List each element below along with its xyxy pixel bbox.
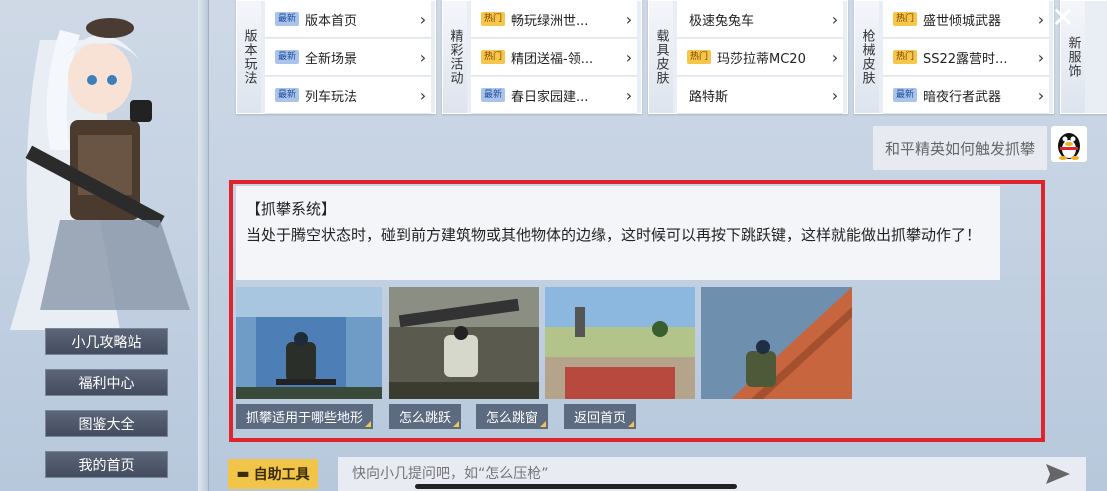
answer-body: 当处于腾空状态时，碰到前方建筑物或其他物体的边缘，这时候可以再按下跳跃键，这样就… [246, 226, 982, 244]
quick-reply-label: 抓攀适用于哪些地形 [246, 411, 364, 426]
new-badge: 最新 [481, 88, 506, 102]
menu-item-train-mode[interactable]: 最新 列车玩法 › [265, 77, 431, 114]
menu-item-maserati[interactable]: 热门 玛莎拉蒂MC20 › [677, 39, 843, 76]
hot-badge: 热门 [893, 50, 918, 64]
quick-reply-label: 怎么跳跃 [399, 411, 452, 426]
chevron-right-icon: › [1037, 85, 1045, 105]
menu-item-label: SS22露营时... [923, 51, 1008, 67]
menu-item-label: 全新场景 [305, 51, 358, 67]
new-badge: 最新 [275, 12, 300, 26]
quick-reply-home[interactable]: 返回首页 [564, 404, 637, 429]
answer-title: 【抓攀系统】 [246, 200, 337, 218]
new-badge: 最新 [275, 88, 300, 102]
category-version: 版本玩法 最新 版本首页 › 最新 全新场景 › 最新 列车玩法 › [236, 0, 436, 114]
new-badge: 最新 [893, 88, 918, 102]
category-events: 精彩活动 热门 畅玩绿洲世... › 热门 精团送福-领... › 最新 春日家园建...… [442, 0, 642, 114]
frame-divider [198, 0, 209, 491]
chevron-right-icon: › [419, 85, 427, 105]
hot-badge: 热门 [893, 12, 918, 26]
menu-item-lotus[interactable]: 路特斯 › [677, 77, 843, 114]
hot-badge: 热门 [481, 12, 506, 26]
send-icon[interactable] [1044, 462, 1072, 486]
chevron-right-icon: › [419, 47, 427, 67]
menu-item-new-scene[interactable]: 最新 全新场景 › [265, 39, 431, 76]
menu-item-version-home[interactable]: 最新 版本首页 › [265, 1, 431, 38]
chevron-right-icon: › [831, 47, 839, 67]
character-illustration [0, 0, 215, 330]
chevron-right-icon: › [625, 85, 633, 105]
sidebar-item-my-home[interactable]: 我的首页 [45, 451, 168, 478]
menu-item-label: 畅玩绿洲世... [511, 13, 589, 29]
quick-reply-terrain[interactable]: 抓攀适用于哪些地形 [236, 404, 374, 429]
sidebar-item-label: 福利中心 [78, 375, 135, 392]
menu-item-label: 暗夜行者武器 [923, 89, 1002, 105]
chevron-right-icon: › [625, 9, 633, 29]
category-title: 枪械皮肤 [855, 1, 879, 113]
menu-item-label: 极速兔兔车 [689, 13, 755, 29]
menu-item-team-gift[interactable]: 热门 精团送福-领... › [471, 39, 637, 76]
menu-item-label: 春日家园建... [511, 89, 589, 105]
sidebar-item-label: 小几攻略站 [71, 334, 142, 351]
menu-item-label: 版本首页 [305, 13, 358, 29]
menu-item-spring-home[interactable]: 最新 春日家园建... › [471, 77, 637, 114]
chevron-right-icon: › [1037, 9, 1045, 29]
close-icon[interactable]: ✕ [1049, 4, 1077, 32]
quick-reply-label: 怎么跳窗 [486, 411, 539, 426]
hot-badge: 热门 [687, 50, 712, 64]
chevron-right-icon: › [831, 85, 839, 105]
toolbox-icon: ▬ [236, 466, 250, 482]
category-title: 精彩活动 [443, 1, 467, 113]
chevron-right-icon: › [419, 9, 427, 29]
menu-item-night-walker[interactable]: 最新 暗夜行者武器 › [883, 77, 1049, 114]
answer-image-3[interactable] [545, 287, 695, 399]
chevron-right-icon: › [625, 47, 633, 67]
menu-item-label: 路特斯 [689, 89, 729, 105]
menu-item-bunny-car[interactable]: 极速兔兔车 › [677, 1, 843, 38]
sidebar-item-welfare[interactable]: 福利中心 [45, 369, 168, 396]
quick-reply-window[interactable]: 怎么跳窗 [476, 404, 549, 429]
answer-image-1[interactable] [236, 287, 382, 399]
chevron-right-icon: › [1037, 47, 1045, 67]
category-weapon-skins: 枪械皮肤 热门 盛世倾城武器 › 热门 SS22露营时... › 最新 暗夜行者武器 › [854, 0, 1054, 114]
category-title: 版本玩法 [237, 1, 261, 113]
tool-button-label: 自助工具 [253, 467, 310, 483]
quick-reply-label: 返回首页 [574, 411, 627, 426]
user-question-bubble: 和平精英如何触发抓攀 [872, 126, 1047, 170]
sidebar-item-catalog[interactable]: 图鉴大全 [45, 410, 168, 437]
menu-item-oasis[interactable]: 热门 畅玩绿洲世... › [471, 1, 637, 38]
hot-badge: 热门 [481, 50, 506, 64]
sidebar-item-label: 我的首页 [78, 457, 135, 474]
self-service-tools-button[interactable]: ▬ 自助工具 [228, 459, 318, 489]
menu-item-label: 精团送福-领... [511, 51, 594, 67]
category-title: 载具皮肤 [649, 1, 673, 113]
sidebar-item-guide[interactable]: 小几攻略站 [45, 328, 168, 355]
menu-item-label: 玛莎拉蒂MC20 [717, 51, 806, 67]
menu-item-weapon-shengshi[interactable]: 热门 盛世倾城武器 › [883, 1, 1049, 38]
quick-reply-jump[interactable]: 怎么跳跃 [389, 404, 462, 429]
chevron-right-icon: › [831, 9, 839, 29]
menu-item-ss22[interactable]: 热门 SS22露营时... › [883, 39, 1049, 76]
answer-image-2[interactable] [389, 287, 539, 399]
menu-item-label: 列车玩法 [305, 89, 358, 105]
user-question-text: 和平精英如何触发抓攀 [884, 139, 1035, 158]
sidebar-item-label: 图鉴大全 [78, 416, 135, 433]
menu-item-label: 盛世倾城武器 [923, 13, 1002, 29]
category-vehicle-skins: 载具皮肤 极速兔兔车 › 热门 玛莎拉蒂MC20 › 路特斯 › [648, 0, 848, 114]
home-indicator [415, 484, 737, 489]
new-badge: 最新 [275, 50, 300, 64]
answer-bubble: 【抓攀系统】 当处于腾空状态时，碰到前方建筑物或其他物体的边缘，这时候可以再按下… [236, 186, 1000, 280]
qq-avatar-icon [1051, 126, 1087, 162]
answer-image-4[interactable] [701, 287, 852, 399]
